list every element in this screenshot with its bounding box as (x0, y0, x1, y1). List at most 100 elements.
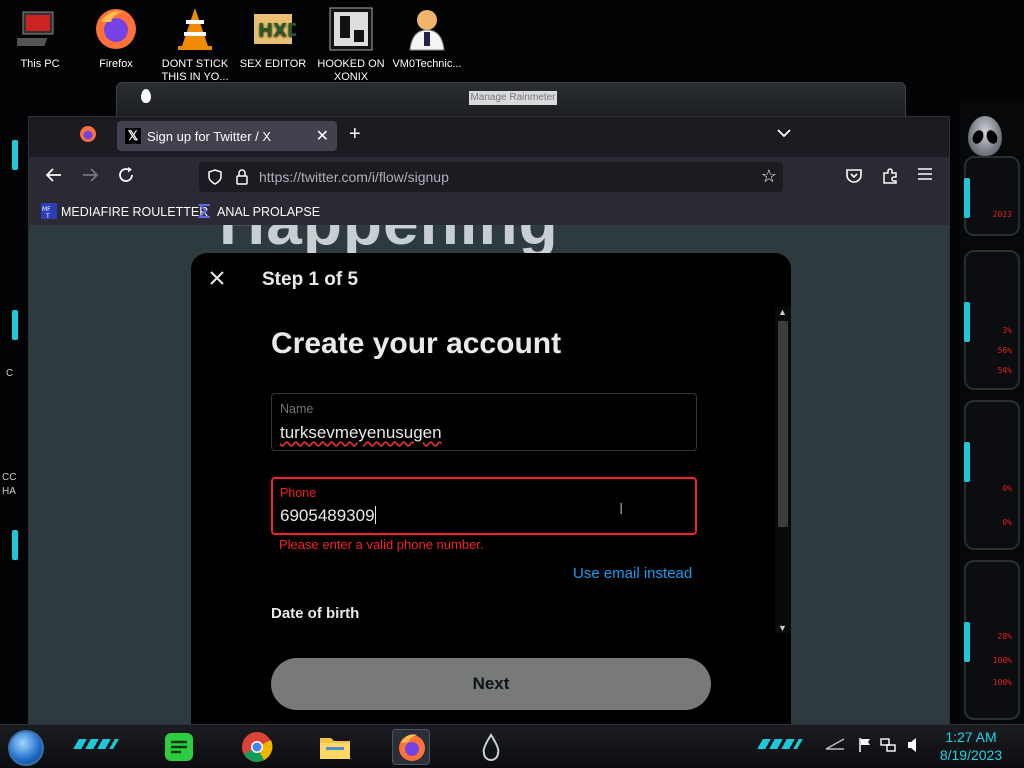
desktop-icon-vm0[interactable]: VM0Technic... (389, 6, 465, 84)
menu-icon[interactable] (917, 167, 933, 186)
alienware-logo-icon (968, 116, 1002, 156)
bookmarks-toolbar: MF T MEDIAFIRE ROULETTER ANAL PROLAPSE (29, 197, 949, 225)
back-button[interactable] (43, 166, 65, 188)
nav-bar: https://twitter.com/i/flow/signup ☆ (29, 157, 949, 197)
rainmeter-value: 100% (992, 678, 1012, 687)
pocket-icon[interactable] (845, 167, 863, 190)
taskbar-notes-app[interactable] (160, 729, 198, 765)
use-email-link[interactable]: Use email instead (573, 565, 692, 582)
phone-value: 6905489309 (280, 506, 375, 525)
phone-label: Phone (280, 486, 317, 500)
text-caret (374, 506, 376, 524)
browser-window: 𝕏 Sign up for Twitter / X ✕ + https://tw… (28, 116, 950, 729)
taskbar-chrome-app[interactable] (238, 729, 276, 765)
rainmeter-value: 0% (1002, 484, 1012, 493)
rainmeter-value: 2023 (992, 210, 1012, 219)
twitter-page: Happening Step 1 of 5 Create your accoun… (29, 225, 949, 729)
taskbar-rainmeter-app[interactable] (472, 729, 510, 765)
desktop: This PC Firefox DONT STICK THIS IN YO...… (0, 0, 1024, 768)
sigma-icon (197, 203, 213, 219)
firefox-view-icon[interactable] (79, 125, 97, 143)
url-text[interactable]: https://twitter.com/i/flow/signup (259, 169, 449, 185)
volume-icon[interactable] (906, 737, 920, 756)
svg-text:T: T (45, 213, 50, 219)
rainmeter-value: 0% (1002, 518, 1012, 527)
left-decor-frame (8, 110, 30, 730)
taskbar-decor (73, 739, 119, 749)
date-of-birth-heading: Date of birth (271, 605, 360, 622)
tab-bar: 𝕏 Sign up for Twitter / X ✕ + (29, 117, 949, 155)
name-field[interactable]: Name turksevmeyenusugen (271, 393, 697, 451)
reload-button[interactable] (115, 166, 137, 188)
clock-time: 1:27 AM (945, 729, 997, 745)
x-logo-icon: 𝕏 (125, 128, 141, 144)
hex-editor-icon: HXD (250, 6, 302, 52)
network-icon[interactable] (880, 737, 896, 756)
start-button[interactable] (8, 730, 44, 766)
rainmeter-cpu-widget: 3% 56% 54% (964, 250, 1020, 390)
ibeam-cursor-icon: I (619, 501, 624, 518)
forward-button[interactable] (79, 166, 101, 188)
next-button[interactable]: Next (271, 658, 711, 710)
desktop-icon-label: HOOKED ON XONIX (317, 58, 385, 83)
system-clock[interactable]: 1:27 AM 8/19/2023 (928, 728, 1014, 764)
desktop-icon-hxd[interactable]: HXD SEX EDITOR (235, 6, 311, 84)
scroll-up-icon[interactable]: ▲ (778, 307, 787, 317)
background-window-title: Manage Rainmeter (469, 91, 557, 105)
phone-input[interactable]: 6905489309 (280, 506, 376, 526)
desktop-icon-label: Firefox (99, 58, 133, 70)
taskbar: 1:27 AM 8/19/2023 (0, 724, 1024, 768)
rainmeter-sidebar: 2023 3% 56% 54% 0% 0% 28% 100% 100% (960, 100, 1024, 726)
rainmeter-value: 28% (997, 632, 1012, 641)
bookmark-label: ANAL PROLAPSE (217, 205, 321, 219)
bookmark-label: MEDIAFIRE ROULETTER (61, 205, 209, 219)
tab-signup[interactable]: 𝕏 Sign up for Twitter / X ✕ (117, 121, 337, 151)
tab-title: Sign up for Twitter / X (147, 129, 272, 144)
rainmeter-disk-widget: 0% 0% (964, 400, 1020, 550)
bookmark-mediafire[interactable]: MF T MEDIAFIRE ROULETTER (41, 203, 209, 220)
rainmeter-value: 56% (997, 346, 1012, 355)
rainmeter-value: 100% (992, 656, 1012, 665)
close-icon[interactable] (205, 267, 229, 291)
new-tab-button[interactable]: + (349, 123, 361, 146)
taskbar-firefox-app[interactable] (392, 729, 430, 765)
list-all-tabs-button[interactable] (777, 125, 791, 141)
step-indicator: Step 1 of 5 (262, 269, 359, 290)
modal-scrollbar[interactable]: ▲ ▼ (775, 307, 791, 633)
desktop-icon-xonix[interactable]: HOOKED ON XONIX (313, 6, 389, 84)
desktop-icon-label: This PC (20, 58, 60, 70)
desktop-icon-label: SEX EDITOR (239, 58, 307, 70)
lock-icon[interactable] (235, 169, 249, 190)
desktop-icon-vlc[interactable]: DONT STICK THIS IN YO... (157, 6, 233, 84)
desktop-icon-label: VM0Technic... (392, 58, 462, 70)
name-label: Name (280, 402, 314, 416)
page-title: Create your account (271, 327, 562, 360)
desktop-icon-firefox[interactable]: Firefox (78, 6, 154, 84)
technician-icon (404, 6, 450, 52)
name-input[interactable]: turksevmeyenusugen (280, 423, 442, 443)
phone-field[interactable]: Phone 6905489309 I (271, 477, 697, 535)
firefox-icon (93, 6, 139, 52)
game-icon (328, 6, 374, 52)
modal-scroll-area: Create your account Name turksevmeyenusu… (191, 307, 775, 633)
phone-error-message: Please enter a valid phone number. (279, 537, 484, 552)
taskbar-explorer-app[interactable] (316, 729, 354, 765)
show-hidden-icons-icon[interactable] (824, 737, 846, 754)
bookmark-star-icon[interactable]: ☆ (761, 166, 777, 187)
mediafire-icon: MF T (41, 203, 57, 220)
scrollbar-thumb[interactable] (778, 321, 788, 527)
rainmeter-value: 54% (997, 366, 1012, 375)
scroll-down-icon[interactable]: ▼ (778, 623, 787, 633)
desktop-icon-this-pc[interactable]: This PC (2, 6, 78, 84)
signup-modal: Step 1 of 5 Create your account Name tur… (191, 253, 791, 729)
computer-icon (4, 6, 63, 52)
close-tab-icon[interactable]: ✕ (316, 126, 329, 146)
url-bar[interactable]: https://twitter.com/i/flow/signup ☆ (199, 162, 783, 192)
desktop-icon-label: DONT STICK THIS IN YO... (161, 58, 229, 83)
action-center-flag-icon[interactable] (858, 737, 872, 756)
bookmark-prolapse[interactable]: ANAL PROLAPSE (197, 203, 320, 219)
shield-icon[interactable] (207, 169, 223, 190)
taskbar-decor (757, 739, 803, 749)
rainmeter-value: 3% (1002, 326, 1012, 335)
extensions-icon[interactable] (881, 167, 899, 190)
